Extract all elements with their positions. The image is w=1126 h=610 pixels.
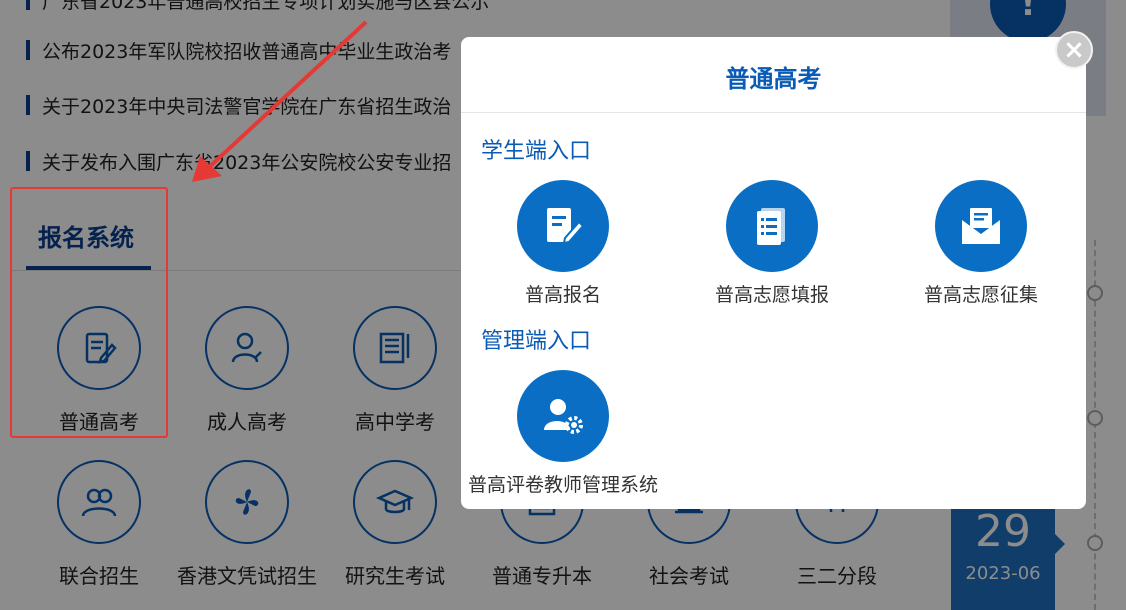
- highlight-box: [10, 187, 168, 438]
- edit-form-icon: [517, 180, 609, 272]
- entry-label: 普高志愿填报: [714, 284, 829, 306]
- entry-label: 普高志愿征集: [923, 284, 1038, 306]
- entry-volunteer-collection[interactable]: 普高志愿征集: [881, 180, 1081, 307]
- student-entry-label: 学生端入口: [481, 139, 592, 164]
- close-button[interactable]: ×: [1055, 31, 1093, 69]
- document-list-icon: [726, 180, 818, 272]
- entry-grader-management[interactable]: 普高评卷教师管理系统: [463, 370, 663, 497]
- user-settings-icon: [517, 370, 609, 462]
- entry-volunteer-filling[interactable]: 普高志愿填报: [672, 180, 872, 307]
- entry-label: 普高报名: [524, 284, 601, 306]
- modal-title: 普通高考: [725, 65, 822, 93]
- entry-label: 普高评卷教师管理系统: [467, 474, 658, 496]
- entry-gaokao-registration[interactable]: 普高报名: [463, 180, 663, 307]
- close-icon: ×: [1063, 35, 1085, 65]
- mail-inbox-icon: [935, 180, 1027, 272]
- modal-divider: [461, 112, 1086, 113]
- admin-entry-label: 管理端入口: [481, 329, 592, 354]
- modal-dialog: 普通高考 学生端入口 普高报名 普高志愿填报 普高志愿征集 管理端入口 普高评卷…: [461, 37, 1086, 509]
